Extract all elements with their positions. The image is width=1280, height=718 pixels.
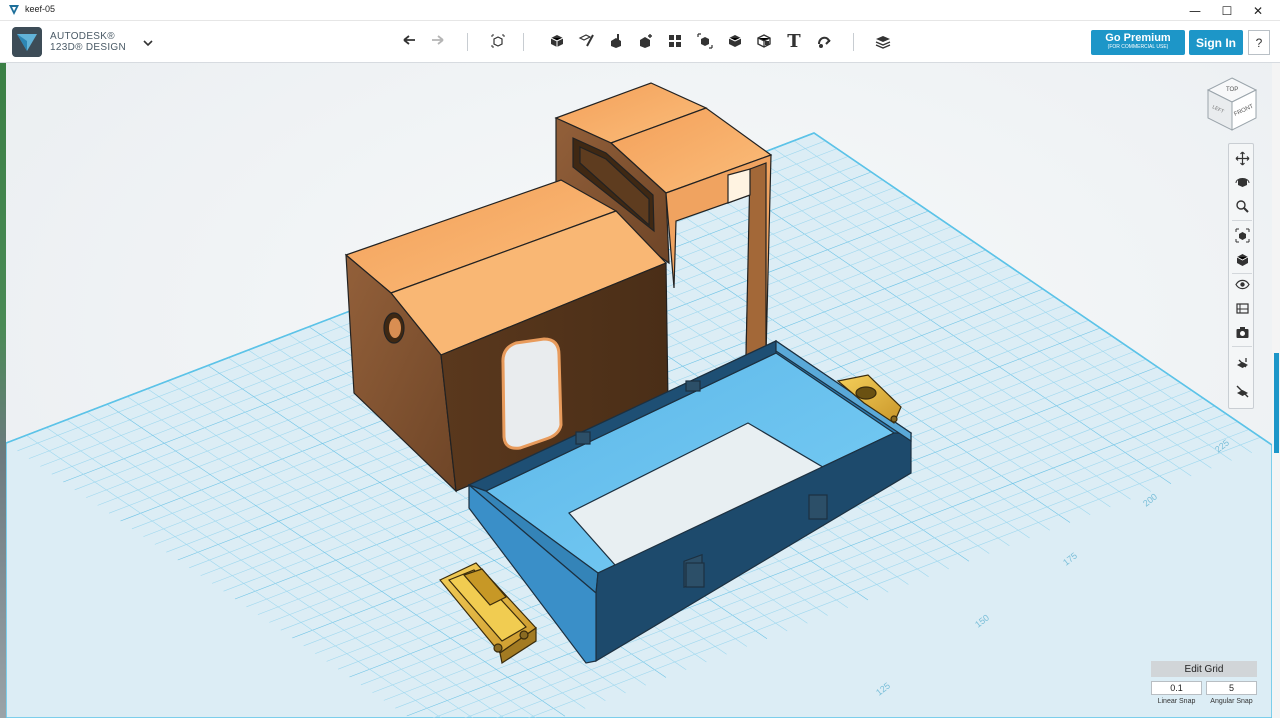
measure-icon — [757, 34, 771, 48]
modify-icon — [640, 34, 652, 48]
navbar-separator — [1232, 273, 1252, 274]
linear-snap-label: Linear Snap — [1157, 698, 1196, 705]
grid-settings-panel: Edit Grid 0.1 5 Linear Snap Angular Snap — [1151, 661, 1257, 709]
pattern-icon — [669, 35, 681, 47]
navbar-separator — [1232, 346, 1252, 347]
materials-outlines-icon — [1235, 302, 1249, 314]
camera-button[interactable] — [1233, 323, 1251, 341]
3d-viewport[interactable]: 225 200 175 150 125 — [6, 63, 1272, 718]
pan-icon — [1235, 151, 1249, 165]
combine-icon — [728, 35, 742, 47]
grid-snap-icon — [1236, 357, 1248, 368]
material-icon — [875, 36, 891, 49]
visibility-button[interactable] — [1233, 275, 1251, 293]
text-icon: T — [787, 30, 801, 52]
brand-line1: AUTODESK® — [50, 31, 115, 42]
main-toolbar: AUTODESK® 123D® DESIGN T Go Premium (FOR… — [0, 21, 1280, 63]
autodesk-logo-icon — [12, 27, 42, 57]
app-logo-icon — [9, 5, 19, 15]
materials-outlines-button[interactable] — [1233, 299, 1251, 317]
construct-button[interactable] — [605, 30, 627, 52]
primitives-icon — [550, 35, 564, 47]
toolbar-separator — [853, 33, 854, 51]
transform-icon — [491, 34, 505, 48]
angular-snap-label: Angular Snap — [1210, 698, 1253, 705]
linear-snap-field[interactable]: 0.1 — [1151, 681, 1202, 695]
go-premium-button[interactable]: Go Premium (FOR COMMERCIAL USE) — [1091, 30, 1185, 55]
scene-canvas[interactable]: 225 200 175 150 125 — [6, 63, 1272, 718]
toolbar-separator — [467, 33, 468, 51]
redo-button[interactable] — [427, 30, 449, 52]
premium-label: Go Premium — [1105, 32, 1171, 44]
side-panel-edge — [1272, 63, 1280, 718]
angular-snap-field[interactable]: 5 — [1206, 681, 1257, 695]
hide-grid-button[interactable] — [1233, 382, 1251, 400]
app-window: keef-05 — ☐ ✕ AUTODESK® 123D® DESIGN T G… — [0, 0, 1280, 718]
redo-icon — [432, 35, 444, 45]
grid-snap-button[interactable] — [1233, 354, 1251, 372]
pan-button[interactable] — [1233, 149, 1251, 167]
pattern-button[interactable] — [664, 30, 686, 52]
app-menu-button[interactable]: AUTODESK® 123D® DESIGN — [12, 27, 162, 59]
sketch-button[interactable] — [576, 30, 598, 52]
snap-icon — [818, 36, 831, 48]
text-tool-button[interactable]: T — [783, 30, 805, 52]
premium-sublabel: (FOR COMMERCIAL USE) — [1107, 44, 1169, 50]
sign-in-button[interactable]: Sign In — [1189, 30, 1243, 55]
construct-icon — [611, 34, 621, 48]
toolbar-separator — [523, 33, 524, 51]
brand-line2: 123D® DESIGN — [50, 42, 126, 53]
help-button[interactable]: ? — [1248, 30, 1270, 55]
orbit-button[interactable] — [1233, 173, 1251, 191]
navbar-separator — [1232, 220, 1252, 221]
fit-button[interactable] — [1233, 226, 1251, 244]
sketch-icon — [578, 34, 594, 47]
hide-grid-icon — [1236, 385, 1248, 397]
window-title: keef-05 — [25, 4, 56, 14]
maximize-button[interactable]: ☐ — [1212, 0, 1242, 21]
modify-button[interactable] — [635, 30, 657, 52]
edit-grid-button[interactable]: Edit Grid — [1151, 661, 1257, 677]
transform-button[interactable] — [487, 30, 509, 52]
navigation-bar — [1228, 143, 1254, 409]
material-button[interactable] — [872, 30, 894, 52]
chevron-down-icon — [143, 40, 153, 47]
combine-button[interactable] — [724, 30, 746, 52]
minimize-button[interactable]: — — [1180, 0, 1210, 21]
undo-icon — [403, 35, 415, 45]
undo-button[interactable] — [398, 30, 420, 52]
view-cube-icon: TOP FRONT LEFT — [1206, 77, 1258, 131]
fit-icon — [1235, 228, 1249, 242]
side-panel-handle[interactable] — [1274, 353, 1279, 453]
grouping-button[interactable] — [694, 30, 716, 52]
views-icon — [1236, 253, 1248, 266]
close-button[interactable]: ✕ — [1243, 0, 1273, 21]
primitives-button[interactable] — [546, 30, 568, 52]
measure-button[interactable] — [753, 30, 775, 52]
snap-button[interactable] — [813, 30, 835, 52]
camera-icon — [1236, 326, 1248, 338]
orbit-icon — [1235, 177, 1249, 187]
zoom-button[interactable] — [1233, 197, 1251, 215]
title-bar: keef-05 — ☐ ✕ — [0, 0, 1280, 21]
zoom-icon — [1235, 199, 1249, 213]
view-cube[interactable]: TOP FRONT LEFT — [1204, 76, 1260, 132]
views-button[interactable] — [1233, 250, 1251, 268]
grouping-icon — [697, 33, 713, 49]
view-cube-top[interactable]: TOP — [1226, 87, 1238, 93]
visibility-icon — [1234, 279, 1250, 289]
